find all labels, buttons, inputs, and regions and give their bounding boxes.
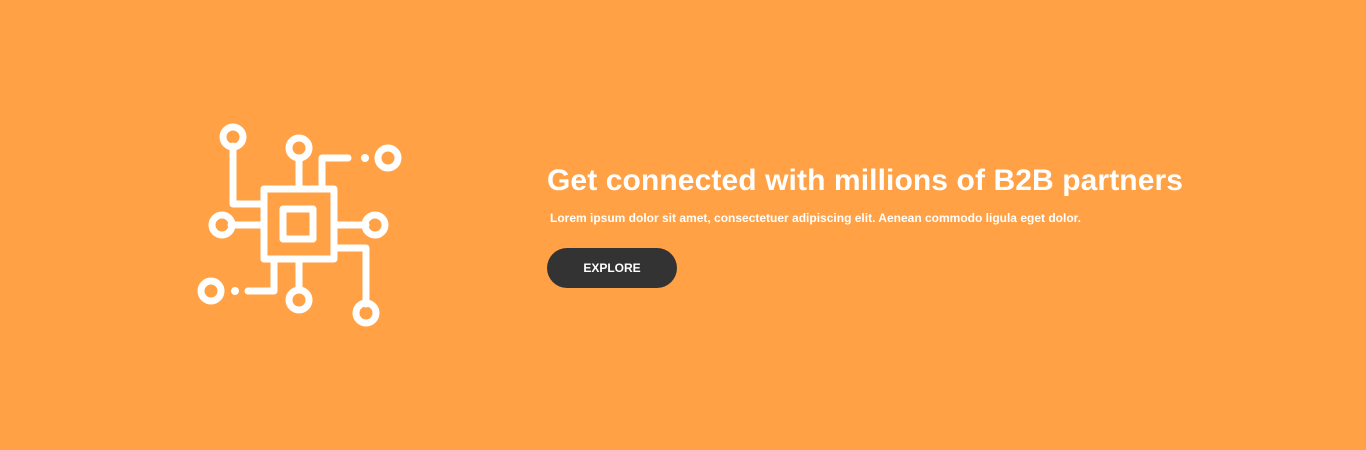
explore-button[interactable]: EXPLORE [547,248,677,288]
hero-headline: Get connected with millions of B2B partn… [547,164,1184,197]
circuit-chip-icon [197,123,402,327]
hero-banner: Get connected with millions of B2B partn… [0,0,1366,450]
hero-subtext: Lorem ipsum dolor sit amet, consectetuer… [550,211,1081,225]
hero-copy: Get connected with millions of B2B partn… [547,162,1327,226]
